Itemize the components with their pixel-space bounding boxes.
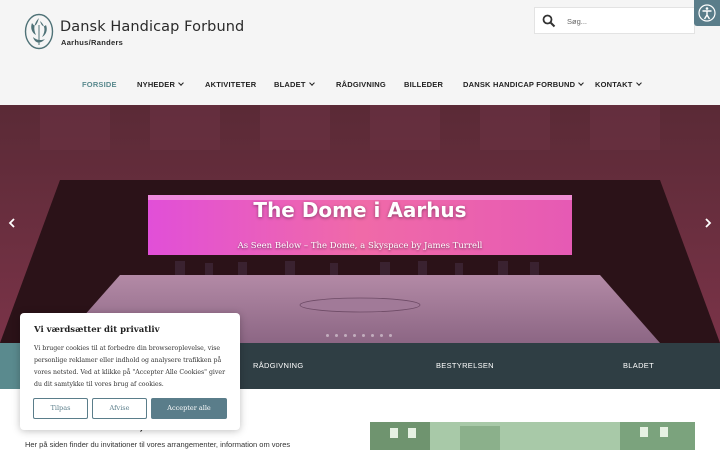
nav-item-dansk-handicap-forbund[interactable]: DANSK HANDICAP FORBUND [463, 78, 585, 92]
chevron-down-icon [178, 80, 184, 86]
slider-dot[interactable] [353, 334, 356, 337]
nav-item-nyheder[interactable]: NYHEDER [137, 78, 184, 92]
nav-label: KONTAKT [595, 80, 633, 89]
content-image [370, 422, 695, 450]
chevron-down-icon [308, 80, 315, 86]
search-box [534, 7, 695, 34]
reject-button[interactable]: Afvise [92, 398, 147, 419]
nav-label: NYHEDER [137, 80, 176, 89]
nav-item-raadgivning[interactable]: RÅDGIVNING [336, 78, 386, 92]
accessibility-button[interactable] [694, 0, 720, 26]
slider-dot[interactable] [362, 334, 365, 337]
quicklink-bestyrelsen[interactable]: BESTYRELSEN [436, 361, 494, 370]
quicklink-raadgivning[interactable]: RÅDGIVNING [253, 361, 304, 370]
nav-label: DANSK HANDICAP FORBUND [463, 80, 576, 89]
site-header: Dansk Handicap Forbund Aarhus/Randers FO… [0, 0, 720, 105]
slider-dot[interactable] [371, 334, 374, 337]
logo-icon[interactable] [24, 13, 54, 50]
hero-subtitle: As Seen Below – The Dome, a Skyspace by … [237, 241, 483, 251]
accept-all-button[interactable]: Accepter alle [151, 398, 227, 419]
search-input[interactable] [567, 12, 687, 30]
hero-slider: The Dome i Aarhus As Seen Below – The Do… [0, 105, 720, 343]
nav-item-forside[interactable]: FORSIDE [82, 78, 117, 92]
slider-dot[interactable] [326, 334, 329, 337]
nav-label: BLADET [274, 80, 306, 89]
slider-dot[interactable] [389, 334, 392, 337]
intro-text: Her på siden finder du invitationer til … [25, 440, 291, 449]
hero-image [0, 105, 720, 343]
nav-label: AKTIVITETER [205, 80, 257, 89]
slider-dot[interactable] [380, 334, 383, 337]
slider-dot[interactable] [335, 334, 338, 337]
main-nav: FORSIDE NYHEDER AKTIVITETER BLADET RÅDGI… [0, 78, 720, 94]
customize-button[interactable]: Tilpas [33, 398, 88, 419]
nav-item-aktiviteter[interactable]: AKTIVITETER [205, 78, 256, 92]
cookie-dialog: Vi værdsætter dit privatliv Vi bruger co… [20, 313, 240, 430]
site-title[interactable]: Dansk Handicap Forbund [60, 19, 244, 35]
chevron-right-icon[interactable] [703, 218, 713, 228]
site-subtitle: Aarhus/Randers [61, 38, 124, 47]
nav-label: FORSIDE [82, 80, 117, 89]
cookie-text: Vi bruger cookies til at forbedre din br… [34, 345, 226, 388]
chevron-down-icon [578, 80, 585, 86]
chevron-down-icon [635, 80, 642, 86]
nav-label: RÅDGIVNING [336, 80, 386, 89]
nav-item-bladet[interactable]: BLADET [274, 78, 315, 92]
slider-dots [326, 334, 396, 338]
nav-item-kontakt[interactable]: KONTAKT [595, 78, 642, 92]
slider-dot[interactable] [344, 334, 347, 337]
cookie-title: Vi værdsætter dit privatliv [34, 325, 160, 335]
accessibility-icon [698, 4, 716, 22]
nav-item-billeder[interactable]: BILLEDER [404, 78, 443, 92]
nav-label: BILLEDER [404, 80, 444, 89]
chevron-left-icon[interactable] [7, 218, 17, 228]
search-icon[interactable] [542, 14, 556, 28]
hero-title: The Dome i Aarhus [253, 198, 467, 222]
quicklink-bladet[interactable]: BLADET [623, 361, 654, 370]
